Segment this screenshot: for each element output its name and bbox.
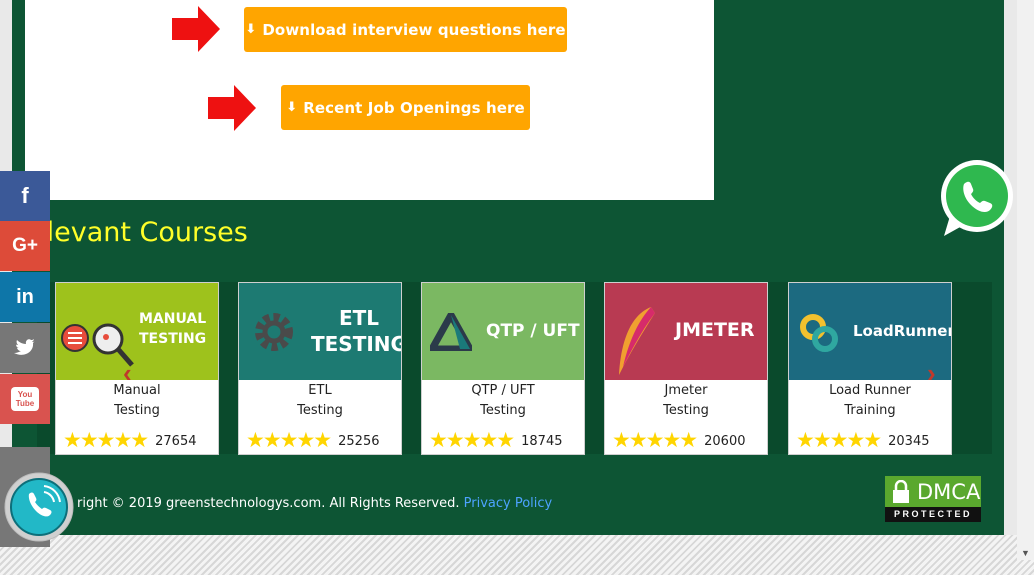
rating-count: 20600 bbox=[704, 433, 746, 449]
thumb-title-line2: TESTING bbox=[139, 331, 207, 347]
thumb-title-line1: MANUAL bbox=[139, 311, 207, 327]
section-title: elevant Courses bbox=[30, 217, 248, 248]
thumb-title-line1: JMETER bbox=[675, 319, 755, 341]
whatsapp-icon[interactable] bbox=[936, 158, 1016, 238]
star-rating-icon: ★★★★★ bbox=[429, 429, 515, 452]
rating-count: 27654 bbox=[155, 433, 197, 449]
arrow-right-icon bbox=[208, 85, 256, 131]
course-card-etl[interactable]: ETL TESTING ETL Testing ★★★★★ 25256 bbox=[238, 282, 402, 455]
star-rating-icon: ★★★★★ bbox=[63, 429, 149, 452]
thumb-title-line1: QTP / UFT bbox=[486, 321, 580, 341]
arrow-right-icon bbox=[172, 6, 220, 52]
linkedin-button[interactable]: in bbox=[0, 272, 50, 322]
download-questions-label: Download interview questions here bbox=[262, 20, 566, 39]
course-thumbnail: QTP / UFT bbox=[422, 283, 584, 380]
course-name-line2: Testing bbox=[114, 403, 160, 418]
twitter-icon bbox=[14, 339, 35, 355]
thumb-title-line1: LoadRunner bbox=[853, 322, 951, 340]
copyright-text: right © 2019 greenstechnologys.com. All … bbox=[77, 496, 460, 511]
google-plus-icon: G+ bbox=[12, 235, 38, 256]
scroll-down-icon[interactable]: ▼ bbox=[1021, 548, 1030, 558]
lock-icon bbox=[893, 479, 909, 503]
course-name-line1: Jmeter bbox=[664, 383, 708, 398]
star-rating-icon: ★★★★★ bbox=[796, 429, 882, 452]
thumb-title-line2: TESTING bbox=[311, 332, 401, 356]
course-name-line1: ETL bbox=[308, 383, 332, 398]
course-rating: ★★★★★ 18745 bbox=[429, 430, 563, 452]
download-questions-button[interactable]: ⬇ Download interview questions here bbox=[244, 7, 567, 52]
rating-count: 18745 bbox=[521, 433, 563, 449]
course-card-qtp-uft[interactable]: QTP / UFT QTP / UFT Testing ★★★★★ 18745 bbox=[421, 282, 585, 455]
dmca-sub: PROTECTED bbox=[885, 507, 981, 522]
thumb-title-line1: ETL bbox=[338, 306, 379, 330]
carousel-prev-icon[interactable]: ‹ bbox=[123, 358, 132, 389]
rating-count: 20345 bbox=[888, 433, 930, 449]
job-openings-button[interactable]: ⬇ Recent Job Openings here bbox=[281, 85, 530, 130]
dmca-label: DMCA bbox=[917, 479, 981, 504]
facebook-button[interactable]: f bbox=[0, 171, 50, 221]
course-card-manual[interactable]: MANUAL TESTING Manual Testing ★★★★★ 2765… bbox=[55, 282, 219, 455]
carousel-next-icon[interactable]: › bbox=[927, 358, 936, 389]
course-name-line2: Testing bbox=[480, 403, 526, 418]
rating-count: 25256 bbox=[338, 433, 380, 449]
google-plus-button[interactable]: G+ bbox=[0, 221, 50, 271]
courses-carousel: MANUAL TESTING Manual Testing ★★★★★ 2765… bbox=[37, 282, 992, 455]
course-rating: ★★★★★ 20345 bbox=[796, 430, 930, 452]
twitter-button[interactable] bbox=[0, 323, 50, 373]
phone-call-icon[interactable] bbox=[4, 472, 74, 542]
star-rating-icon: ★★★★★ bbox=[612, 429, 698, 452]
course-rating: ★★★★★ 20600 bbox=[612, 430, 746, 452]
course-name-line2: Training bbox=[844, 403, 896, 418]
dmca-badge[interactable]: DMCA PROTECTED bbox=[885, 476, 981, 522]
course-name-line1: Manual bbox=[113, 383, 161, 398]
download-icon: ⬇ bbox=[286, 100, 298, 115]
course-rating: ★★★★★ 25256 bbox=[246, 430, 380, 452]
course-rating: ★★★★★ 27654 bbox=[63, 430, 197, 452]
download-icon: ⬇ bbox=[245, 22, 257, 37]
course-name-line1: QTP / UFT bbox=[471, 383, 535, 398]
gear-icon bbox=[255, 313, 293, 351]
course-thumbnail: MANUAL TESTING bbox=[56, 283, 218, 380]
footer-copyright: right © 2019 greenstechnologys.com. All … bbox=[77, 496, 552, 511]
course-card-jmeter[interactable]: JMETER Jmeter Testing ★★★★★ 20600 bbox=[604, 282, 768, 455]
youtube-icon: You Tube bbox=[11, 387, 39, 411]
course-name-line2: Testing bbox=[663, 403, 709, 418]
youtube-button[interactable]: You Tube bbox=[0, 374, 50, 424]
course-thumbnail: ETL TESTING bbox=[239, 283, 401, 380]
course-name-line2: Testing bbox=[297, 403, 343, 418]
uft-logo-icon bbox=[430, 313, 472, 351]
job-openings-label: Recent Job Openings here bbox=[303, 98, 525, 117]
vertical-scrollbar[interactable]: ▼ bbox=[1017, 0, 1034, 560]
background-stripes bbox=[0, 535, 1034, 575]
feather-icon bbox=[619, 307, 655, 375]
linkedin-icon: in bbox=[16, 285, 34, 308]
loadrunner-logo-icon bbox=[800, 314, 838, 352]
privacy-policy-link[interactable]: Privacy Policy bbox=[464, 496, 553, 511]
facebook-icon: f bbox=[21, 183, 29, 208]
course-thumbnail: JMETER bbox=[605, 283, 767, 380]
star-rating-icon: ★★★★★ bbox=[246, 429, 332, 452]
